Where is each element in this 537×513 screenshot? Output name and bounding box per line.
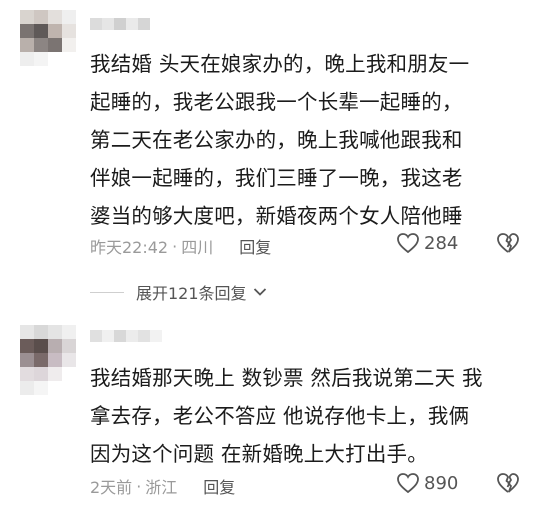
username[interactable]: [90, 330, 162, 342]
comment-meta: 昨天22:42 · 四川 回复: [90, 234, 271, 258]
broken-heart-icon: [497, 233, 519, 253]
comment-line: 婆当的够大度吧，新婚夜两个女人陪他睡: [90, 204, 463, 228]
like-count: 284: [424, 232, 459, 254]
like-button[interactable]: 890: [396, 472, 458, 494]
avatar[interactable]: [20, 10, 76, 66]
divider-line: [90, 291, 124, 293]
broken-heart-icon: [497, 473, 519, 493]
comment-time: 2天前: [90, 478, 133, 497]
like-count: 890: [424, 472, 459, 494]
comment-meta: 2天前 · 浙江 回复: [90, 474, 235, 498]
comment-text: 我结婚那天晚上 数钞票 然后我说第二天 我 拿去存，老公不答应 他说存他卡上，我…: [90, 359, 530, 473]
comment-line: 我结婚那天晚上 数钞票 然后我说第二天 我: [90, 366, 483, 390]
reply-button[interactable]: 回复: [239, 234, 271, 258]
username[interactable]: [90, 18, 150, 30]
comment-location: 四川: [181, 238, 214, 257]
avatar[interactable]: [20, 325, 76, 395]
chevron-down-icon: [253, 288, 266, 296]
dislike-button[interactable]: [496, 472, 520, 498]
comment-line: 因为这个问题 在新婚晚上大打出手。: [90, 442, 428, 466]
expand-replies-label: 展开121条回复: [136, 284, 247, 303]
comment-line: 第二天在老公家办的，晚上我喊他跟我和: [90, 128, 463, 152]
expand-replies-button[interactable]: 展开121条回复: [90, 280, 267, 304]
comment-time: 昨天22:42: [90, 238, 169, 257]
comment-line: 拿去存，老公不答应 他说存他卡上，我俩: [90, 404, 470, 428]
comment-text: 我结婚 头天在娘家办的，晚上我和朋友一 起睡的，我老公跟我一个长辈一起睡的， 第…: [90, 45, 530, 235]
heart-outline-icon: [397, 233, 419, 254]
like-button[interactable]: 284: [396, 232, 458, 254]
comment-line: 伴娘一起睡的，我们三睡了一晚，我这老: [90, 166, 463, 190]
heart-outline-icon: [397, 473, 419, 494]
comment-location: 浙江: [145, 478, 178, 497]
reply-button[interactable]: 回复: [203, 474, 235, 498]
meta-separator: ·: [136, 476, 142, 496]
dislike-button[interactable]: [496, 232, 520, 258]
comment-line: 我结婚 头天在娘家办的，晚上我和朋友一: [90, 52, 470, 76]
comment-line: 起睡的，我老公跟我一个长辈一起睡的，: [90, 90, 463, 114]
meta-separator: ·: [172, 236, 178, 256]
